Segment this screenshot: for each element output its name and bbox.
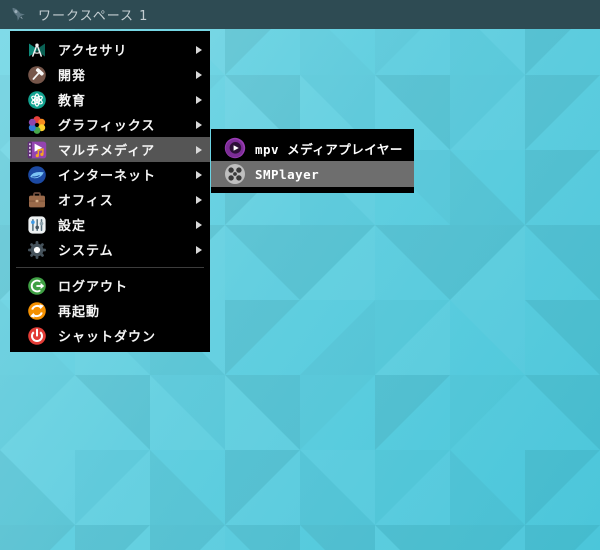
menu-item-logout[interactable]: ログアウト (10, 273, 210, 298)
menu-item-multimedia[interactable]: マルチメディア (10, 137, 210, 162)
workspace-label: ワークスペース 1 (38, 9, 149, 24)
menu-item-restart[interactable]: 再起動 (10, 298, 210, 323)
development-icon (27, 65, 47, 85)
menu-item-development[interactable]: 開発 (10, 62, 210, 87)
submenu-item-smplayer[interactable]: SMPlayer (211, 161, 414, 187)
smplayer-icon (224, 163, 246, 185)
rocket-icon (8, 4, 29, 25)
submenu-arrow-icon (196, 170, 202, 179)
restart-icon (27, 301, 47, 321)
menu-item-label: 設定 (58, 219, 87, 234)
menu-item-graphics[interactable]: グラフィックス (10, 112, 210, 137)
submenu-item-label: SMPlayer (255, 166, 320, 182)
menu-item-label: インターネット (58, 169, 157, 184)
menu-item-label: 開発 (58, 69, 87, 84)
menu-item-label: 教育 (58, 94, 87, 109)
submenu-item-label: mpv メディアプレイヤー (255, 141, 403, 157)
menu-separator (16, 267, 204, 268)
submenu-arrow-icon (196, 245, 202, 254)
menu-item-label: オフィス (58, 194, 114, 209)
office-icon (27, 190, 47, 210)
multimedia-icon (27, 140, 47, 160)
menu-item-label: シャットダウン (58, 330, 157, 345)
menu-item-system[interactable]: システム (10, 237, 210, 262)
submenu-arrow-icon (196, 70, 202, 79)
mpv-icon (224, 137, 246, 159)
menu-item-label: アクセサリ (58, 44, 128, 59)
menu-item-label: グラフィックス (58, 119, 156, 134)
multimedia-submenu: mpv メディアプレイヤー SMPlayer (211, 129, 414, 193)
menu-item-label: システム (58, 244, 114, 259)
menu-item-settings[interactable]: 設定 (10, 212, 210, 237)
menu-item-internet[interactable]: インターネット (10, 162, 210, 187)
menu-item-shutdown[interactable]: シャットダウン (10, 323, 210, 348)
menu-item-education[interactable]: 教育 (10, 87, 210, 112)
submenu-arrow-icon (196, 145, 202, 154)
desktop: ワークスペース 1 アクセサリ 開発 教育 グラフィックス マルチメディア イン… (0, 0, 600, 550)
applications-menu: アクセサリ 開発 教育 グラフィックス マルチメディア インターネット オフィス… (10, 31, 210, 352)
menu-item-label: マルチメディア (58, 144, 156, 159)
education-icon (27, 90, 47, 110)
submenu-arrow-icon (196, 120, 202, 129)
menu-item-accessories[interactable]: アクセサリ (10, 37, 210, 62)
submenu-item-mpv[interactable]: mpv メディアプレイヤー (211, 135, 414, 161)
submenu-arrow-icon (196, 220, 202, 229)
accessories-icon (27, 40, 47, 60)
graphics-icon (27, 115, 47, 135)
submenu-arrow-icon (196, 95, 202, 104)
submenu-arrow-icon (196, 45, 202, 54)
system-icon (27, 240, 47, 260)
submenu-arrow-icon (196, 195, 202, 204)
menu-item-label: ログアウト (58, 280, 129, 295)
logout-icon (27, 276, 47, 296)
top-panel: ワークスペース 1 (0, 0, 600, 29)
settings-icon (27, 215, 47, 235)
internet-icon (27, 165, 47, 185)
menu-item-label: 再起動 (58, 305, 101, 320)
shutdown-icon (27, 326, 47, 346)
menu-item-office[interactable]: オフィス (10, 187, 210, 212)
